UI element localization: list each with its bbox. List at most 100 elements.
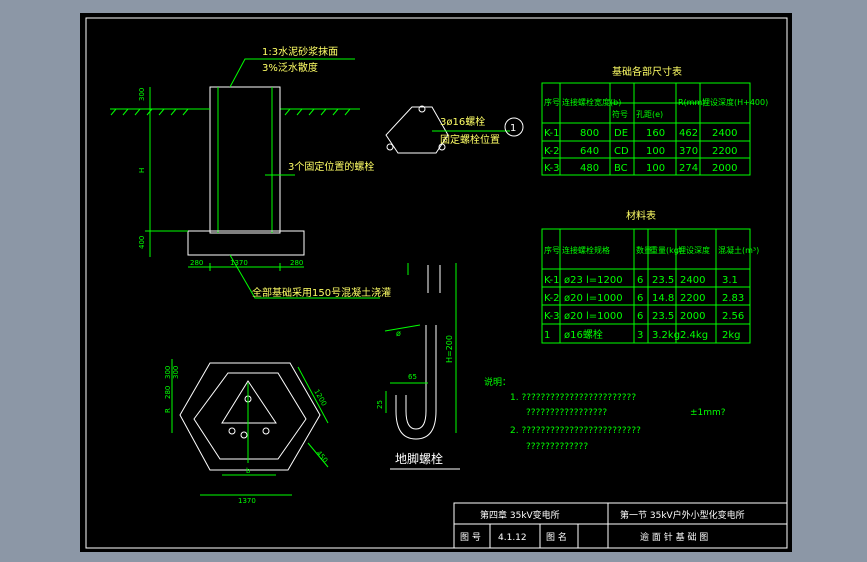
title-dwg-no-label: 图 号 <box>460 532 481 543</box>
bolt-hole <box>386 143 394 151</box>
anchor-H: H=200 <box>445 335 454 363</box>
table1-body: K-1 800 DE 160 462 2400 K-2 640 CD 100 370 2200 K-3 4… <box>544 128 737 174</box>
callout-number: 1 <box>510 123 516 134</box>
table1-cell: 640 <box>580 146 599 157</box>
title-block: 第四章 35kV变电所 第一节 35kV户外小型化变电所 图 号 4.1.12 … <box>453 502 788 549</box>
anchor-dim-phi <box>384 324 421 332</box>
bolt-detail: 1 3ø16螺栓 固定螺栓位置 <box>385 105 524 154</box>
plan-bolt <box>240 431 248 439</box>
table1-headers: 序号 连接螺栓宽度(b) 符号 孔距(e) R(mm) 埋设深度(H+400) <box>544 97 768 119</box>
plan-R: R <box>164 408 172 413</box>
title-dwg-no: 4.1.12 <box>498 533 527 543</box>
notes-line2: 2. ????????????????????????? <box>510 426 641 436</box>
table1-header: 孔距(e) <box>636 110 663 119</box>
table1-header: 连接螺栓宽度(b) <box>562 97 621 107</box>
table1-cell: 2200 <box>712 146 737 157</box>
table1-cell: DE <box>614 128 628 139</box>
plan-outer <box>179 362 321 471</box>
table2-cell: ø23 l=1200 <box>564 275 623 286</box>
dim-400: 400 <box>138 236 146 249</box>
plan-bolt <box>262 427 270 435</box>
table1-cell: 2400 <box>712 128 737 139</box>
anchor-25: 25 <box>376 400 384 409</box>
table2-cell: 2.4kg <box>680 330 708 341</box>
table1-cell: 800 <box>580 128 599 139</box>
table1-cell: CD <box>614 146 629 157</box>
table1-header: 序号 <box>544 97 560 107</box>
anchor-top <box>427 265 441 293</box>
table1-cell: 274 <box>679 163 698 174</box>
table2-cell: 23.5 <box>652 311 674 322</box>
table2-cell: 3.2kg <box>652 330 680 341</box>
table2-cell: 2.56 <box>722 311 744 322</box>
table1-cell: K-1 <box>544 128 559 139</box>
dimension-table: 基础各部尺寸表 序号 连接螺栓宽度(b) 符号 孔距(e) R(mm) 埋设深度… <box>541 65 768 176</box>
plan-450: 450 <box>314 449 329 464</box>
table2-cell: 2kg <box>722 330 741 341</box>
notes-tolerance: ±1mm? <box>690 408 726 418</box>
table1-cell: 100 <box>646 146 665 157</box>
table2-cell: 2000 <box>680 311 705 322</box>
cad-drawing: 1:3水泥砂浆抹面 3%泛水散度 3个固定位置的螺栓 全部基础采用150号混凝土… <box>85 17 788 549</box>
plan-300b: 300 <box>172 366 180 379</box>
dim-300: 300 <box>138 88 146 101</box>
table1-cell: K-3 <box>544 163 559 174</box>
plan-b: b <box>246 467 251 475</box>
dim-H: H <box>138 168 146 173</box>
notes-heading: 说明： <box>484 376 511 388</box>
bolt-label-2: 固定螺栓位置 <box>440 133 500 146</box>
table2-cell: 2.83 <box>722 293 744 304</box>
table2-cell: 1 <box>544 330 550 341</box>
table2-cell: ø20 l=1000 <box>564 311 623 322</box>
table1-title: 基础各部尺寸表 <box>612 65 682 78</box>
table2-cell: 2200 <box>680 293 705 304</box>
title-dwg-name-label: 图 名 <box>546 531 567 543</box>
dim-280-right: 280 <box>290 259 303 267</box>
plan-1370: 1370 <box>238 497 256 505</box>
note-bolts: 3个固定位置的螺栓 <box>288 160 374 173</box>
bolt-label: 3ø16螺栓 <box>440 115 485 128</box>
table2-headers: 序号 连接螺栓规格 数量 重量(kg) 埋设深度 混凝土(m³) <box>544 245 759 255</box>
table1-cell: 480 <box>580 163 599 174</box>
table2-cell: ø20 l=1000 <box>564 293 623 304</box>
column-outline <box>209 86 281 234</box>
title-chapter: 第四章 35kV变电所 <box>480 509 560 521</box>
table1-cell: K-2 <box>544 146 559 157</box>
title-dwg-name: 逾 面 针 基 础 图 <box>640 531 708 543</box>
plan-280: 280 <box>164 386 172 399</box>
table1-cell: 370 <box>679 146 698 157</box>
notes: 说明： 1. ???????????????????????? ????????… <box>484 376 726 452</box>
material-table: 材料表 序号 连接螺栓规格 数量 重量(kg) 埋设深度 混凝土(m³) K-1… <box>541 209 759 344</box>
table2-cell: 3.1 <box>722 275 738 286</box>
table2-header: 序号 <box>544 245 560 255</box>
table2-title: 材料表 <box>626 209 656 222</box>
anchor-phi: ø <box>396 329 401 338</box>
plan-view: 1370 b 300 300 280 R 1200 450 <box>164 359 329 505</box>
table1-header: 符号 <box>612 109 628 119</box>
table2-cell: 6 <box>637 275 643 286</box>
elevation-view: 1:3水泥砂浆抹面 3%泛水散度 3个固定位置的螺栓 全部基础采用150号混凝土… <box>110 45 391 299</box>
table2-header: 连接螺栓规格 <box>562 245 610 255</box>
anchor-hook <box>395 325 437 440</box>
table1-cell: 160 <box>646 128 665 139</box>
notes-line1b: ????????????????? <box>526 408 607 418</box>
table2-header: 埋设深度 <box>678 245 710 255</box>
table2-cell: K-3 <box>544 311 559 322</box>
table1-cell: 462 <box>679 128 698 139</box>
note-mortar: 1:3水泥砂浆抹面 <box>262 45 338 58</box>
table1-header: 埋设深度(H+400) <box>702 97 768 107</box>
ground-hatch <box>110 108 351 116</box>
drawing-canvas: 1:3水泥砂浆抹面 3%泛水散度 3个固定位置的螺栓 全部基础采用150号混凝土… <box>80 13 792 552</box>
anchor-title: 地脚螺栓 <box>395 451 443 466</box>
table2-cell: K-1 <box>544 275 559 286</box>
title-section: 第一节 35kV户外小型化变电所 <box>620 509 745 521</box>
table2-cell: 2400 <box>680 275 705 286</box>
table2-cell: 23.5 <box>652 275 674 286</box>
table2-cell: 3 <box>637 330 643 341</box>
dim-280-left: 280 <box>190 259 203 267</box>
plan-bolt <box>228 427 236 435</box>
note-slope: 3%泛水散度 <box>262 61 318 74</box>
table2-cell: 14.8 <box>652 293 674 304</box>
footing-outline <box>187 230 305 256</box>
notes-line1: 1. ???????????????????????? <box>510 393 636 403</box>
